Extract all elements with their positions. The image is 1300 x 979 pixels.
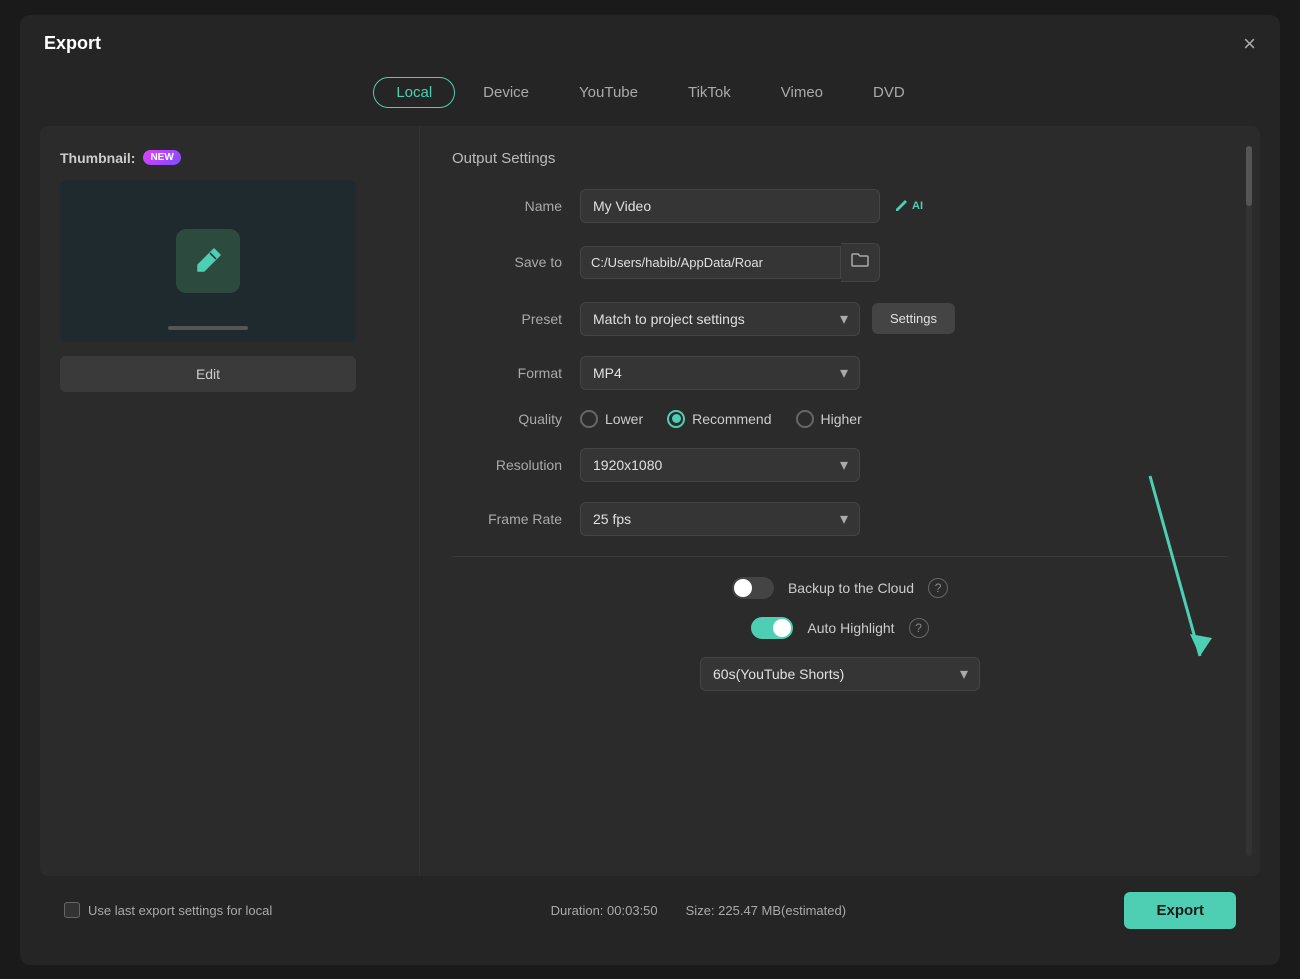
auto-highlight-row: Auto Highlight ?	[452, 617, 1228, 639]
quality-higher-label: Higher	[821, 411, 862, 427]
duration-text: Duration: 00:03:50	[551, 903, 658, 918]
tab-dvd[interactable]: DVD	[851, 77, 927, 108]
save-to-control	[580, 243, 880, 282]
use-last-label: Use last export settings for local	[88, 903, 272, 918]
backup-toggle-thumb	[734, 579, 752, 597]
new-badge: NEW	[143, 150, 180, 165]
shorts-select-wrap: 60s(YouTube Shorts) 30s 90s	[700, 657, 980, 691]
quality-recommend-circle	[667, 410, 685, 428]
thumbnail-label: Thumbnail: NEW	[60, 150, 399, 166]
edit-button[interactable]: Edit	[60, 356, 356, 392]
tab-tiktok[interactable]: TikTok	[666, 77, 753, 108]
framerate-select-wrap: 25 fps 24 fps 30 fps 60 fps	[580, 502, 860, 536]
duration-size: Duration: 00:03:50 Size: 225.47 MB(estim…	[551, 903, 846, 918]
output-settings-title: Output Settings	[452, 150, 1228, 167]
thumbnail-icon-box	[176, 229, 240, 293]
dialog-title: Export	[44, 33, 101, 54]
auto-highlight-toggle-thumb	[773, 619, 791, 637]
settings-button[interactable]: Settings	[872, 303, 955, 334]
resolution-select[interactable]: 1920x1080 1280x720 3840x2160	[580, 448, 860, 482]
quality-lower-label: Lower	[605, 411, 643, 427]
backup-row: Backup to the Cloud ?	[452, 577, 1228, 599]
pencil-ai-icon	[892, 197, 910, 215]
ai-label: AI	[912, 200, 923, 212]
use-last-checkbox-box[interactable]	[64, 902, 80, 918]
left-panel: Thumbnail: NEW Edit	[40, 126, 420, 876]
auto-highlight-label: Auto Highlight	[807, 620, 894, 636]
folder-button[interactable]	[841, 243, 880, 282]
resolution-label: Resolution	[452, 457, 562, 473]
main-content: Thumbnail: NEW Edit Output Settings Name	[40, 126, 1260, 876]
quality-row: Quality Lower Recommend Higher	[452, 410, 1228, 428]
backup-toggle[interactable]	[732, 577, 774, 599]
framerate-select[interactable]: 25 fps 24 fps 30 fps 60 fps	[580, 502, 860, 536]
format-label: Format	[452, 365, 562, 381]
preset-select[interactable]: Match to project settings	[580, 302, 860, 336]
close-button[interactable]: ×	[1243, 33, 1256, 55]
tab-local[interactable]: Local	[373, 77, 455, 108]
resolution-select-wrap: 1920x1080 1280x720 3840x2160	[580, 448, 860, 482]
quality-lower[interactable]: Lower	[580, 410, 643, 428]
thumbnail-bar	[168, 326, 248, 330]
shorts-row: 60s(YouTube Shorts) 30s 90s	[452, 657, 1228, 691]
format-select[interactable]: MP4 MOV AVI	[580, 356, 860, 390]
export-dialog: Export × Local Device YouTube TikTok Vim…	[20, 15, 1280, 965]
quality-lower-circle	[580, 410, 598, 428]
tab-vimeo[interactable]: Vimeo	[759, 77, 845, 108]
format-select-wrap: MP4 MOV AVI	[580, 356, 860, 390]
save-to-row: Save to	[452, 243, 1228, 282]
format-row: Format MP4 MOV AVI	[452, 356, 1228, 390]
folder-icon	[851, 252, 869, 268]
thumbnail-preview	[60, 180, 356, 342]
preset-select-wrap: Match to project settings	[580, 302, 860, 336]
title-bar: Export ×	[20, 15, 1280, 69]
tab-device[interactable]: Device	[461, 77, 551, 108]
bottom-bar: Use last export settings for local Durat…	[40, 876, 1260, 945]
quality-higher-circle	[796, 410, 814, 428]
shorts-select[interactable]: 60s(YouTube Shorts) 30s 90s	[700, 657, 980, 691]
quality-recommend[interactable]: Recommend	[667, 410, 771, 428]
name-row: Name AI	[452, 189, 1228, 223]
quality-higher[interactable]: Higher	[796, 410, 862, 428]
tabs-row: Local Device YouTube TikTok Vimeo DVD	[20, 69, 1280, 126]
name-input[interactable]	[580, 189, 880, 223]
backup-help-icon[interactable]: ?	[928, 578, 948, 598]
size-text: Size: 225.47 MB(estimated)	[686, 903, 846, 918]
quality-recommend-label: Recommend	[692, 411, 771, 427]
pencil-icon	[192, 245, 224, 277]
preset-row: Preset Match to project settings Setting…	[452, 302, 1228, 336]
name-label: Name	[452, 198, 562, 214]
auto-highlight-toggle[interactable]	[751, 617, 793, 639]
framerate-row: Frame Rate 25 fps 24 fps 30 fps 60 fps	[452, 502, 1228, 536]
export-button[interactable]: Export	[1124, 892, 1236, 929]
name-control	[580, 189, 880, 223]
framerate-label: Frame Rate	[452, 511, 562, 527]
divider	[452, 556, 1228, 557]
use-last-checkbox: Use last export settings for local	[64, 902, 272, 918]
quality-options: Lower Recommend Higher	[580, 410, 862, 428]
auto-highlight-help-icon[interactable]: ?	[909, 618, 929, 638]
right-panel: Output Settings Name AI Save to	[420, 126, 1260, 876]
backup-label: Backup to the Cloud	[788, 580, 914, 596]
quality-label: Quality	[452, 411, 562, 427]
scrollbar-track	[1246, 146, 1252, 856]
scrollbar-thumb[interactable]	[1246, 146, 1252, 206]
tab-youtube[interactable]: YouTube	[557, 77, 660, 108]
save-to-input[interactable]	[580, 246, 841, 279]
save-to-label: Save to	[452, 254, 562, 270]
resolution-row: Resolution 1920x1080 1280x720 3840x2160	[452, 448, 1228, 482]
preset-label: Preset	[452, 311, 562, 327]
ai-rename-button[interactable]: AI	[892, 197, 923, 215]
